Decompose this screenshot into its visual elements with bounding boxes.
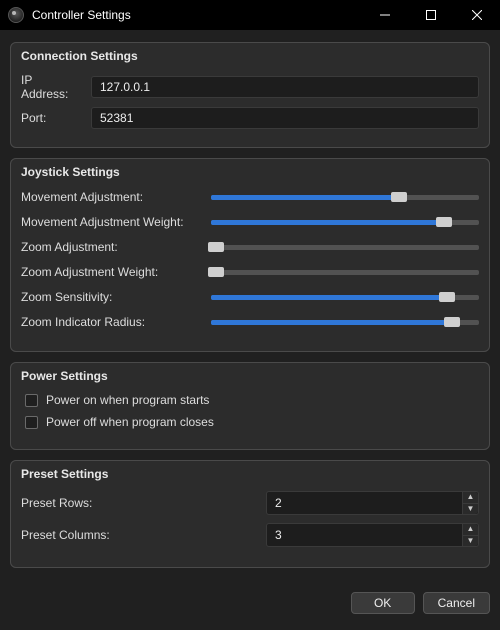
content-area: Connection Settings IP Address: Port: Jo… <box>0 30 500 588</box>
slider-row: Zoom Sensitivity: <box>21 289 479 305</box>
connection-settings-group: Connection Settings IP Address: Port: <box>10 42 490 148</box>
preset-group-title: Preset Settings <box>21 467 479 481</box>
preset-rows-spinbox[interactable]: 2 ▲ ▼ <box>266 491 479 515</box>
slider-thumb[interactable] <box>391 192 407 202</box>
title-bar: Controller Settings <box>0 0 500 30</box>
slider-label: Movement Adjustment Weight: <box>21 215 201 229</box>
checkbox-row: Power off when program closes <box>25 415 475 429</box>
slider-label: Zoom Adjustment: <box>21 240 201 254</box>
preset-cols-down[interactable]: ▼ <box>463 536 478 547</box>
slider-thumb[interactable] <box>208 242 224 252</box>
preset-rows-label: Preset Rows: <box>21 496 256 510</box>
preset-cols-value: 3 <box>267 528 462 542</box>
preset-cols-up[interactable]: ▲ <box>463 524 478 536</box>
preset-rows-up[interactable]: ▲ <box>463 492 478 504</box>
slider[interactable] <box>211 289 479 305</box>
preset-rows-down[interactable]: ▼ <box>463 504 478 515</box>
preset-cols-spinbox[interactable]: 3 ▲ ▼ <box>266 523 479 547</box>
slider-label: Zoom Sensitivity: <box>21 290 201 304</box>
connection-group-title: Connection Settings <box>21 49 479 63</box>
slider-label: Movement Adjustment: <box>21 190 201 204</box>
slider-label: Zoom Indicator Radius: <box>21 315 201 329</box>
preset-cols-label: Preset Columns: <box>21 528 256 542</box>
slider-row: Zoom Indicator Radius: <box>21 314 479 330</box>
maximize-button[interactable] <box>408 0 454 30</box>
checkbox-label: Power on when program starts <box>46 393 209 407</box>
checkbox[interactable] <box>25 416 38 429</box>
ip-address-label: IP Address: <box>21 73 81 101</box>
preset-rows-value: 2 <box>267 496 462 510</box>
window-title: Controller Settings <box>32 8 131 22</box>
slider[interactable] <box>211 264 479 280</box>
slider[interactable] <box>211 189 479 205</box>
slider[interactable] <box>211 239 479 255</box>
slider[interactable] <box>211 314 479 330</box>
slider-label: Zoom Adjustment Weight: <box>21 265 201 279</box>
checkbox-label: Power off when program closes <box>46 415 214 429</box>
slider-thumb[interactable] <box>439 292 455 302</box>
slider-row: Movement Adjustment Weight: <box>21 214 479 230</box>
slider-thumb[interactable] <box>444 317 460 327</box>
slider-row: Zoom Adjustment Weight: <box>21 264 479 280</box>
slider[interactable] <box>211 214 479 230</box>
app-icon <box>8 7 24 23</box>
joystick-group-title: Joystick Settings <box>21 165 479 179</box>
power-group-title: Power Settings <box>21 369 479 383</box>
slider-thumb[interactable] <box>208 267 224 277</box>
joystick-settings-group: Joystick Settings Movement Adjustment: Mo… <box>10 158 490 352</box>
cancel-button[interactable]: Cancel <box>423 592 490 614</box>
power-settings-group: Power Settings Power on when program sta… <box>10 362 490 450</box>
dialog-button-bar: OK Cancel <box>0 588 500 624</box>
ip-address-input[interactable] <box>91 76 479 98</box>
slider-thumb[interactable] <box>436 217 452 227</box>
minimize-button[interactable] <box>362 0 408 30</box>
ok-button[interactable]: OK <box>351 592 415 614</box>
checkbox-row: Power on when program starts <box>25 393 475 407</box>
slider-row: Movement Adjustment: <box>21 189 479 205</box>
port-input[interactable] <box>91 107 479 129</box>
slider-row: Zoom Adjustment: <box>21 239 479 255</box>
preset-settings-group: Preset Settings Preset Rows: 2 ▲ ▼ Prese… <box>10 460 490 568</box>
checkbox[interactable] <box>25 394 38 407</box>
port-label: Port: <box>21 111 81 125</box>
close-button[interactable] <box>454 0 500 30</box>
